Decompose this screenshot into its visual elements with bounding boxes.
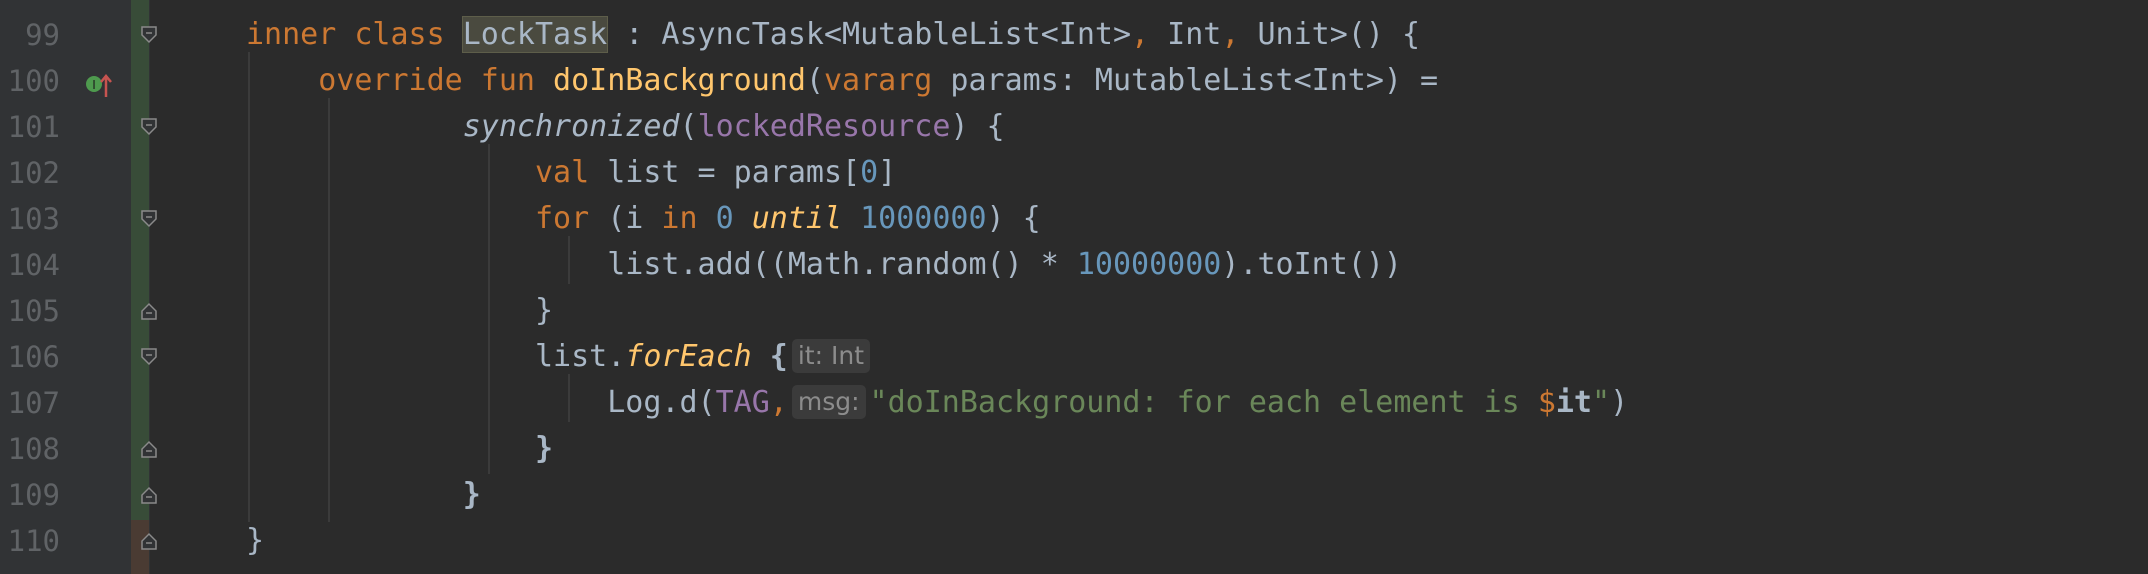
code-token: 0 xyxy=(860,155,879,190)
code-line[interactable]: synchronized(lockedResource) { xyxy=(246,104,1005,150)
fold-close-icon[interactable] xyxy=(140,301,158,321)
code-token: forEach xyxy=(625,339,752,374)
line-number[interactable]: 107 xyxy=(0,380,60,426)
code-token: in xyxy=(661,201,716,236)
code-line[interactable]: inner class LockTask : AsyncTask<Mutable… xyxy=(246,12,1420,58)
code-token: until xyxy=(751,201,861,236)
code-token: lockedResource xyxy=(697,109,951,144)
code-token: ] xyxy=(878,155,897,190)
code-token: $ xyxy=(1537,385,1556,420)
code-token: ) xyxy=(1610,385,1629,420)
code-token: 10000000 xyxy=(1076,247,1222,282)
code-token: } xyxy=(246,523,265,558)
code-token: Int xyxy=(1149,17,1222,52)
code-token: } xyxy=(246,431,554,466)
fold-close-icon[interactable] xyxy=(140,439,158,459)
code-token: ( xyxy=(805,63,824,98)
fold-close-icon[interactable] xyxy=(140,485,158,505)
code-token: val xyxy=(534,155,608,190)
code-token: TAG xyxy=(715,385,770,420)
code-token: vararg xyxy=(823,63,951,98)
code-token: ( xyxy=(679,109,698,144)
code-token: { xyxy=(751,339,788,374)
line-number[interactable]: 99 xyxy=(0,12,60,58)
code-line[interactable]: } xyxy=(246,472,481,518)
code-token: } xyxy=(246,477,481,512)
line-number[interactable]: 110 xyxy=(0,518,60,564)
code-token: params: MutableList<Int>) = xyxy=(950,63,1439,98)
line-number[interactable]: 108 xyxy=(0,426,60,472)
code-token: synchronized xyxy=(462,109,680,144)
code-token: Unit>() { xyxy=(1239,17,1421,52)
code-token: ) { xyxy=(950,109,1005,144)
svg-text:I: I xyxy=(92,78,96,92)
code-token: ).toInt()) xyxy=(1221,247,1402,282)
fold-open-icon[interactable] xyxy=(140,117,158,137)
code-line[interactable]: override fun doInBackground(vararg param… xyxy=(246,58,1438,104)
code-token: override fun xyxy=(246,63,554,98)
code-token: , xyxy=(1131,17,1150,52)
code-token: LockTask xyxy=(461,16,609,53)
line-number[interactable]: 100 xyxy=(0,58,60,104)
fold-close-icon[interactable] xyxy=(140,531,158,551)
parameter-hint: msg: xyxy=(791,385,866,419)
code-token: list.add((Math.random() * xyxy=(246,247,1077,282)
code-token: it xyxy=(1555,385,1592,420)
code-token: , xyxy=(769,385,788,420)
parameter-hint: it: Int xyxy=(791,339,870,373)
code-line[interactable]: Log.d(TAG, msg: "doInBackground: for each … xyxy=(246,380,1628,426)
code-token: Log.d( xyxy=(246,385,716,420)
fold-open-icon[interactable] xyxy=(140,209,158,229)
code-token: for xyxy=(534,201,608,236)
line-number[interactable]: 105 xyxy=(0,288,60,334)
fold-open-icon[interactable] xyxy=(140,25,158,45)
code-token: 0 xyxy=(715,201,752,236)
line-number[interactable]: 106 xyxy=(0,334,60,380)
code-token: } xyxy=(246,293,554,328)
code-line[interactable]: list.add((Math.random() * 10000000).toIn… xyxy=(246,242,1402,288)
code-token: " xyxy=(1592,385,1611,420)
line-number[interactable]: 103 xyxy=(0,196,60,242)
code-token: inner class xyxy=(246,17,463,52)
code-line[interactable]: for (i in 0 until 1000000) { xyxy=(246,196,1041,242)
code-token: ) { xyxy=(986,201,1041,236)
code-token: list. xyxy=(246,339,626,374)
code-editor[interactable]: I 99 100 101 102 103 104 105 106 107 108 109 110 in… xyxy=(0,0,2148,574)
line-number[interactable]: 109 xyxy=(0,472,60,518)
line-number[interactable]: 102 xyxy=(0,150,60,196)
code-token: list = params[ xyxy=(607,155,861,190)
code-line[interactable]: } xyxy=(246,288,553,334)
code-token: 1000000 xyxy=(860,201,987,236)
code-line[interactable]: list.forEach {it: Int xyxy=(246,334,874,380)
code-line[interactable]: } xyxy=(246,426,553,472)
code-token: : AsyncTask<MutableList<Int> xyxy=(607,17,1132,52)
code-line[interactable]: val list = params[0] xyxy=(246,150,896,196)
code-line[interactable]: } xyxy=(246,518,264,564)
code-token: (i xyxy=(607,201,662,236)
line-number[interactable]: 104 xyxy=(0,242,60,288)
code-token: doInBackground xyxy=(553,63,806,98)
fold-open-icon[interactable] xyxy=(140,347,158,367)
implements-override-icon[interactable]: I xyxy=(84,71,114,101)
code-token: "doInBackground: for each element is xyxy=(869,385,1538,420)
line-number[interactable]: 101 xyxy=(0,104,60,150)
code-token: , xyxy=(1221,17,1240,52)
